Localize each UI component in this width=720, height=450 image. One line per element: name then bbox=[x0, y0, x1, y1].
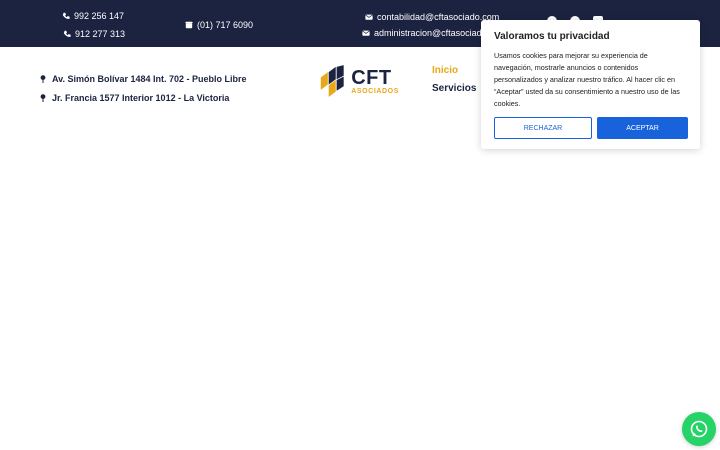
cookie-title: Valoramos tu privacidad bbox=[494, 31, 610, 42]
landline-text: (01) 717 6090 bbox=[197, 20, 254, 30]
email-1[interactable]: contabilidad@cftasociado.com bbox=[365, 12, 499, 22]
nav-servicios[interactable]: Servicios bbox=[432, 83, 476, 94]
location-pin-icon bbox=[40, 75, 46, 83]
email-2[interactable]: administracion@cftasociado bbox=[362, 28, 487, 38]
company-logo[interactable]: CFT ASOCIADOS bbox=[319, 62, 399, 100]
address-2-text: Jr. Francia 1577 Interior 1012 - La Vict… bbox=[52, 93, 230, 103]
reject-cookies-button[interactable]: RECHAZAR bbox=[494, 117, 592, 139]
phone-2-text: 912 277 313 bbox=[75, 29, 126, 39]
nav-inicio[interactable]: Inicio bbox=[432, 65, 458, 76]
phone-icon bbox=[62, 12, 70, 19]
phone-1[interactable]: 992 256 147 bbox=[62, 11, 124, 21]
phone-icon bbox=[63, 30, 71, 37]
location-pin-icon bbox=[40, 94, 46, 102]
cookie-description: Usamos cookies para mejorar su experienc… bbox=[494, 51, 680, 108]
accept-cookies-button[interactable]: ACEPTAR bbox=[597, 117, 688, 139]
email-icon bbox=[362, 30, 370, 36]
email-icon bbox=[365, 14, 373, 20]
logo-mark-icon bbox=[320, 65, 344, 97]
whatsapp-icon bbox=[690, 420, 708, 438]
landline-icon bbox=[185, 21, 193, 29]
phone-2[interactable]: 912 277 313 bbox=[63, 29, 125, 39]
logo-sub-text: ASOCIADOS bbox=[351, 87, 399, 95]
address-1-text: Av. Simón Bolívar 1484 Int. 702 - Pueblo… bbox=[52, 74, 247, 84]
cookie-consent-banner: Valoramos tu privacidad Usamos cookies p… bbox=[481, 20, 700, 149]
landline-phone[interactable]: (01) 717 6090 bbox=[185, 20, 253, 30]
address-2: Jr. Francia 1577 Interior 1012 - La Vict… bbox=[40, 93, 229, 103]
address-1: Av. Simón Bolívar 1484 Int. 702 - Pueblo… bbox=[40, 74, 247, 84]
phone-1-text: 992 256 147 bbox=[74, 11, 125, 21]
logo-main-text: CFT bbox=[351, 66, 392, 89]
email-2-text: administracion@cftasociado bbox=[374, 28, 487, 38]
whatsapp-button[interactable] bbox=[682, 412, 716, 446]
